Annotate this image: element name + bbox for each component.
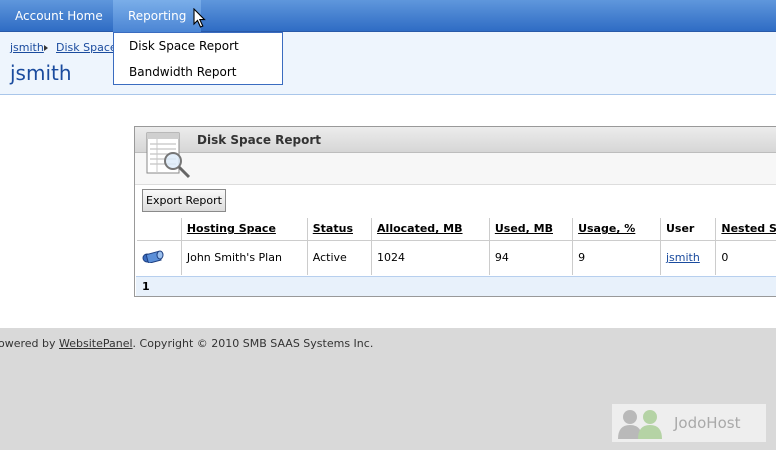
column-status[interactable]: Status: [307, 218, 373, 241]
hosting-space-icon-cell: [137, 240, 182, 275]
cell-nested: 0: [715, 240, 776, 275]
column-hosting-space[interactable]: Hosting Space: [181, 218, 308, 241]
column-icon: [137, 218, 182, 241]
websitepanel-link[interactable]: WebsitePanel: [59, 337, 133, 350]
people-logo-icon: [618, 410, 662, 439]
hosting-space-icon: [142, 250, 164, 265]
disk-space-table: Hosting Space Status Allocated, MB Used,…: [137, 218, 776, 275]
reporting-dropdown: Disk Space Report Bandwidth Report: [113, 32, 283, 85]
nav-reporting[interactable]: Reporting: [113, 0, 202, 32]
breadcrumb-user[interactable]: jsmith: [10, 41, 44, 54]
cell-user: jsmith: [660, 240, 717, 275]
export-report-button[interactable]: Export Report: [142, 189, 226, 212]
report-magnifier-icon: [146, 132, 191, 179]
watermark: JodoHost: [612, 404, 766, 442]
panel-title: Disk Space Report: [197, 133, 322, 147]
footer-text: owered by WebsitePanel. Copyright © 2010…: [0, 337, 373, 350]
page-title: jsmith: [10, 61, 72, 85]
cell-used: 94: [489, 240, 574, 275]
pager-row: 1: [136, 276, 776, 296]
breadcrumb-arrow-icon: [44, 45, 48, 51]
footer-copyright: . Copyright © 2010 SMB SAAS Systems Inc.: [132, 337, 374, 350]
user-link[interactable]: jsmith: [666, 251, 700, 264]
footer-powered-by: owered by: [0, 337, 60, 350]
cell-usage: 9: [572, 240, 661, 275]
watermark-text: JodoHost: [674, 414, 741, 432]
report-panel: Disk Space Report Export Report Hosting …: [134, 126, 776, 297]
column-usage[interactable]: Usage, %: [572, 218, 661, 241]
cell-status: Active: [307, 240, 373, 275]
pager-current-page: 1: [142, 280, 150, 293]
column-allocated[interactable]: Allocated, MB: [371, 218, 490, 241]
footer: owered by WebsitePanel. Copyright © 2010…: [0, 328, 776, 450]
cell-hosting-space: John Smith's Plan: [181, 240, 308, 275]
cell-allocated: 1024: [371, 240, 490, 275]
column-nested[interactable]: Nested S: [715, 218, 776, 241]
column-user: User: [660, 218, 717, 241]
table-row: John Smith's Plan Active 1024 94 9 jsmit…: [137, 240, 776, 275]
column-used[interactable]: Used, MB: [489, 218, 574, 241]
menu-item-disk-space-report[interactable]: Disk Space Report: [129, 39, 239, 53]
menu-item-bandwidth-report[interactable]: Bandwidth Report: [129, 65, 236, 79]
table-header-row: Hosting Space Status Allocated, MB Used,…: [137, 218, 776, 241]
mouse-cursor-icon: [193, 8, 206, 28]
top-nav: Account Home Reporting: [0, 0, 776, 32]
panel-header: Disk Space Report: [135, 127, 776, 153]
nav-account-home[interactable]: Account Home: [0, 0, 118, 32]
panel-subheader: [135, 153, 776, 185]
